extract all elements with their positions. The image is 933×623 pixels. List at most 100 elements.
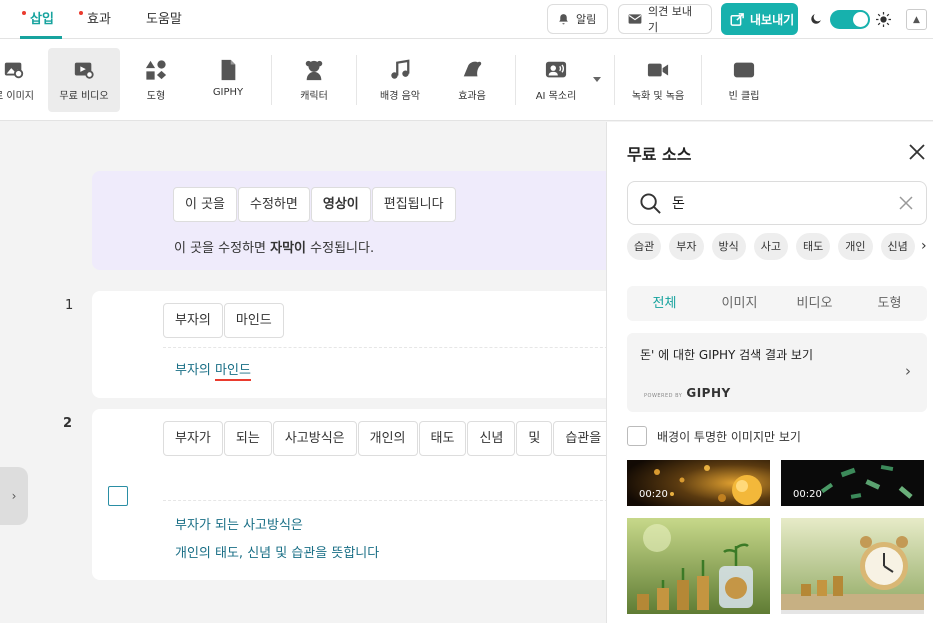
word-chip[interactable]: 이 곳을: [173, 187, 238, 222]
media-thumbnail[interactable]: 00:20: [781, 460, 924, 506]
export-icon: [730, 12, 744, 26]
word-chip[interactable]: 편집됩니다: [371, 187, 456, 222]
export-button[interactable]: 내보내기: [721, 3, 798, 35]
word-chip[interactable]: 태도: [418, 421, 467, 456]
tool-label: 캐릭터: [300, 91, 328, 102]
word-chip[interactable]: 영상이: [310, 187, 371, 222]
tag-chip[interactable]: 신념: [880, 233, 915, 260]
row-divider: [163, 500, 606, 501]
word-chip[interactable]: 습관을: [553, 421, 606, 456]
tool-label: 로 이미지: [0, 91, 34, 102]
feedback-button[interactable]: 의견 보내기: [618, 4, 712, 34]
filter-tab-video[interactable]: 비디오: [777, 286, 852, 321]
tag-chip[interactable]: 태도: [796, 233, 831, 260]
notification-dot: [22, 11, 26, 15]
toggle-knob: [853, 12, 868, 27]
subtitle-line[interactable]: 개인의 태도, 신념 및 습관을 뜻합니다: [175, 542, 379, 561]
camera-icon: [647, 63, 669, 77]
script-row: 부자의 마인드 부자의 마인드: [92, 291, 606, 398]
tool-label: 효과음: [458, 91, 486, 102]
word-chip[interactable]: 개인의: [357, 421, 418, 456]
tool-label: 녹화 및 녹음: [631, 91, 685, 102]
video-search-icon: [74, 62, 94, 79]
caret-up-icon: ▲: [913, 14, 920, 25]
tool-free-video[interactable]: 무료 비디오: [48, 48, 120, 112]
suggested-tags: 습관 부자 방식 사고 태도 개인 신념: [627, 233, 923, 261]
coin-jar-plants-image: [627, 518, 770, 614]
tag-chip[interactable]: 습관: [627, 233, 662, 260]
word-chip[interactable]: 마인드: [223, 303, 284, 338]
subtitle-word: 부자의: [175, 363, 211, 378]
giphy-powered-by: POWERED BY: [644, 393, 683, 399]
filter-tab-image[interactable]: 이미지: [702, 286, 777, 321]
search-icon: [640, 193, 661, 214]
tool-label: AI 목소리: [535, 91, 577, 102]
transparent-only-checkbox[interactable]: [627, 426, 647, 446]
theme-toggle[interactable]: [830, 10, 870, 29]
word-chip[interactable]: 신념: [467, 421, 516, 456]
tool-label: 무료 비디오: [59, 91, 109, 102]
word-chips: 부자의 마인드: [163, 303, 285, 338]
word-chip[interactable]: 되는: [223, 421, 272, 456]
expand-sidebar-button[interactable]: ›: [0, 467, 28, 525]
filter-tab-all[interactable]: 전체: [627, 286, 702, 321]
giphy-result-link[interactable]: 돈' 에 대한 GIPHY 검색 결과 보기 › POWERED BY GIPH…: [627, 333, 927, 412]
tool-giphy[interactable]: GIPHY: [202, 48, 254, 112]
tab-effects[interactable]: 효과: [87, 0, 111, 39]
hint-card: 이 곳을 수정하면 영상이 편집됩니다 이 곳을 수정하면 자막이 수정됩니다.: [92, 171, 606, 270]
row-checkbox[interactable]: [108, 486, 128, 506]
top-bar: 삽입 효과 도움말 알림 의견 보내기 내보내기 ▲: [0, 0, 933, 39]
close-icon[interactable]: [907, 142, 927, 162]
media-thumbnail[interactable]: 00:20: [627, 460, 770, 506]
toolbar-divider: [614, 55, 615, 105]
export-label: 내보내기: [750, 12, 795, 27]
tag-chip[interactable]: 개인: [838, 233, 873, 260]
tool-sound-effect[interactable]: 효과음: [446, 48, 498, 112]
media-thumbnail[interactable]: [627, 518, 770, 614]
hint-caption-bold: 자막이: [270, 241, 307, 256]
giphy-brand: GIPHY: [686, 386, 731, 400]
tag-chip[interactable]: 방식: [711, 233, 746, 260]
file-icon: [221, 59, 236, 81]
subtitle-line[interactable]: 부자의 마인드: [175, 359, 251, 381]
tool-ai-voice[interactable]: AI 목소리: [528, 48, 584, 112]
filter-tab-shapes[interactable]: 도형: [852, 286, 927, 321]
notification-dot: [79, 11, 83, 15]
tag-chip[interactable]: 부자: [669, 233, 704, 260]
tags-next-icon[interactable]: ›: [921, 238, 927, 254]
filter-tabs: 전체 이미지 비디오 도형: [627, 286, 927, 321]
tool-image[interactable]: 로 이미지: [0, 48, 38, 112]
tool-record[interactable]: 녹화 및 녹음: [626, 48, 690, 112]
video-duration: 00:20: [639, 489, 668, 500]
word-chip[interactable]: 및: [516, 421, 553, 456]
sun-icon: [876, 12, 891, 27]
character-icon: [305, 60, 323, 81]
tab-help[interactable]: 도움말: [146, 0, 182, 39]
tool-background-music[interactable]: 배경 음악: [372, 48, 428, 112]
giphy-logo: POWERED BY GIPHY: [644, 386, 731, 400]
hint-caption: 이 곳을 수정하면 자막이 수정됩니다.: [174, 237, 374, 256]
word-chip[interactable]: 수정하면: [238, 187, 310, 222]
subtitle-line[interactable]: 부자가 되는 사고방식은: [175, 514, 303, 533]
tab-insert[interactable]: 삽입: [30, 0, 54, 39]
media-thumbnail[interactable]: [781, 518, 924, 614]
moon-icon: [811, 14, 821, 24]
tag-chip[interactable]: 사고: [753, 233, 788, 260]
tool-shapes[interactable]: 도형: [130, 48, 182, 112]
notifications-button[interactable]: 알림: [547, 4, 608, 34]
word-chip[interactable]: 부자의: [163, 303, 223, 338]
search-input[interactable]: [672, 191, 892, 215]
toolbar-divider: [271, 55, 272, 105]
hint-caption-before: 이 곳을 수정하면: [174, 241, 266, 256]
hint-caption-after: 수정됩니다.: [310, 241, 375, 256]
collapse-toolbar-button[interactable]: ▲: [906, 9, 927, 30]
word-chip[interactable]: 부자가: [163, 421, 223, 456]
word-chip[interactable]: 사고방식은: [272, 421, 357, 456]
tool-character[interactable]: 캐릭터: [288, 48, 340, 112]
spellcheck-word: 마인드: [215, 363, 251, 381]
notifications-label: 알림: [576, 13, 597, 26]
clear-search-icon[interactable]: [899, 196, 913, 210]
tool-blank-clip[interactable]: 빈 클립: [718, 48, 770, 112]
row-divider: [163, 347, 606, 348]
ai-voice-dropdown-icon[interactable]: [593, 77, 601, 82]
